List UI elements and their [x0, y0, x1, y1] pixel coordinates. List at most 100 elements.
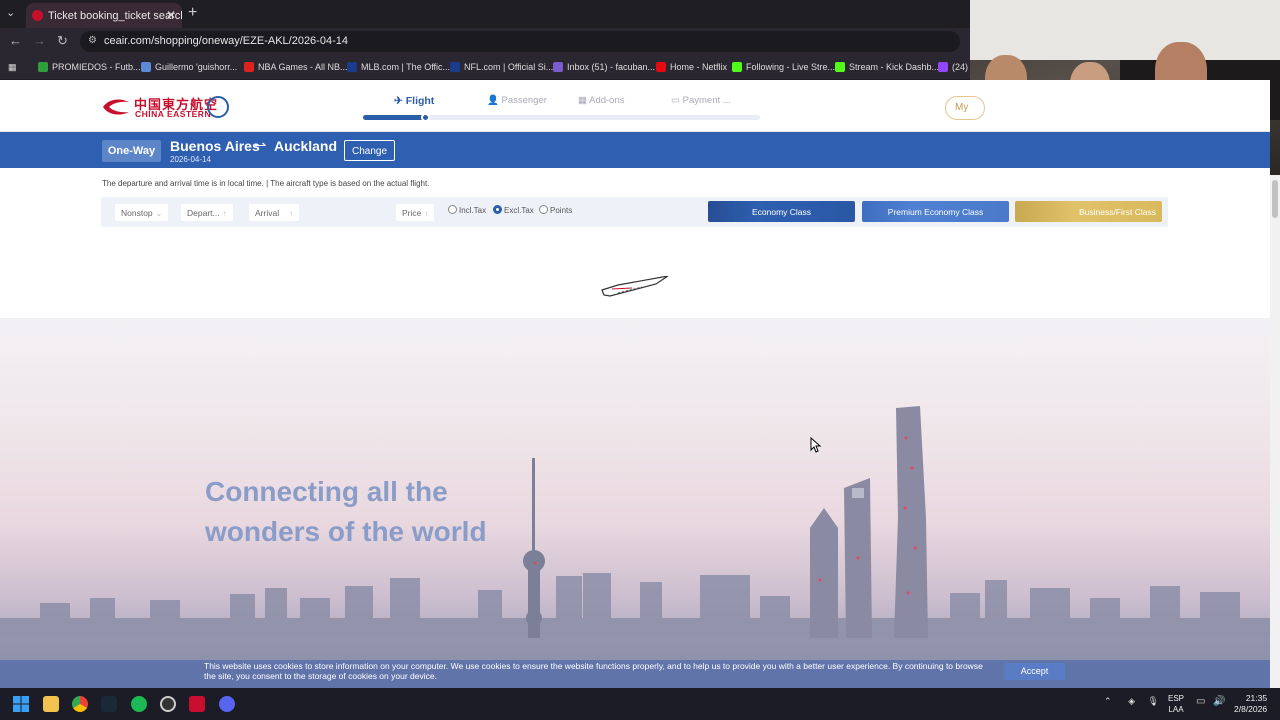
- windows-start-icon[interactable]: [13, 696, 29, 712]
- bookmark-item[interactable]: Inbox (51) - facuban...: [553, 62, 655, 72]
- bookmark-favicon-icon: [938, 62, 948, 72]
- route-arrow-icon: ⇀: [254, 137, 267, 154]
- premium-economy-class-tab[interactable]: Premium Economy Class: [862, 201, 1009, 222]
- web-page: 中国東方航空 CHINA EASTERN ✈ Flight 👤 Passenge…: [0, 80, 1270, 688]
- webcam-wall: [970, 0, 1280, 60]
- url-text: ceair.com/shopping/oneway/EZE-AKL/2026-0…: [104, 35, 348, 47]
- destination-city: Auckland: [274, 138, 338, 154]
- plane-icon: ✈: [394, 95, 403, 107]
- file-explorer-icon[interactable]: [43, 696, 59, 712]
- discord-icon[interactable]: [219, 696, 235, 712]
- departure-sort[interactable]: Depart... ↑: [181, 204, 233, 221]
- chrome-icon[interactable]: [72, 696, 88, 712]
- page-scrollbar[interactable]: [1270, 175, 1280, 688]
- skyteam-logo-icon: [207, 96, 229, 118]
- loading-hero-image: [0, 318, 1270, 688]
- hero-headline-line-2: wonders of the world: [205, 516, 487, 547]
- incl-tax-radio[interactable]: Incl.Tax: [448, 205, 486, 215]
- bookmark-item[interactable]: MLB.com | The Offic...: [347, 62, 450, 72]
- bookmark-item[interactable]: (24): [938, 62, 968, 72]
- trip-type-badge: One-Way: [102, 140, 161, 162]
- time-notice: The departure and arrival time is in loc…: [102, 179, 430, 188]
- bookmark-favicon-icon: [450, 62, 460, 72]
- step-add-ons: ▦ Add-ons: [578, 95, 625, 106]
- step-payment: ▭ Payment ...: [671, 95, 731, 106]
- origin-city: Buenos Aires: [170, 138, 260, 154]
- scrollbar-thumb[interactable]: [1272, 180, 1278, 218]
- display-icon[interactable]: ▭: [1196, 696, 1205, 707]
- bookmark-favicon-icon: [244, 62, 254, 72]
- my-account-button[interactable]: My: [945, 96, 985, 120]
- bookmark-item[interactable]: Stream - Kick Dashb...: [835, 62, 939, 72]
- bookmark-favicon-icon: [347, 62, 357, 72]
- bookmark-item[interactable]: Guillermo 'guishorr...: [141, 62, 237, 72]
- step-flight: ✈ Flight: [394, 95, 435, 107]
- booking-progress-fill: [363, 115, 425, 120]
- logo-english-text: CHINA EASTERN: [135, 109, 212, 119]
- excl-tax-radio[interactable]: Excl.Tax: [493, 205, 534, 215]
- cookie-text: This website uses cookies to store infor…: [204, 661, 983, 681]
- spotify-icon[interactable]: [131, 696, 147, 712]
- bookmark-favicon-icon: [656, 62, 666, 72]
- economy-class-tab[interactable]: Economy Class: [708, 201, 855, 222]
- browser-tab[interactable]: Ticket booking_ticket search_ti ✕: [26, 3, 182, 28]
- card-icon: ▭: [671, 95, 680, 106]
- system-clock[interactable]: 21:35 2/8/2026: [1234, 693, 1267, 715]
- chevron-down-icon: ⌄: [155, 209, 163, 218]
- bookmark-favicon-icon: [835, 62, 845, 72]
- app-icon[interactable]: [160, 696, 176, 712]
- sort-arrow-icon: ↑: [222, 209, 227, 218]
- accept-cookies-button[interactable]: Accept: [1004, 663, 1065, 680]
- hero-headline-line-1: Connecting all the: [205, 476, 448, 507]
- bookmark-item[interactable]: NFL.com | Official Si...: [450, 62, 553, 72]
- loading-plane-icon: [601, 276, 669, 297]
- china-eastern-logo-icon[interactable]: [101, 96, 131, 118]
- address-bar[interactable]: ⚙ ceair.com/shopping/oneway/EZE-AKL/2026…: [80, 31, 960, 52]
- site-info-icon[interactable]: ⚙: [88, 35, 97, 46]
- nonstop-filter[interactable]: Nonstop ⌄: [115, 204, 169, 221]
- step-passenger: 👤 Passenger: [487, 95, 547, 106]
- hero-headline: Connecting all the wonders of the world: [205, 472, 487, 552]
- microphone-icon[interactable]: 🎙: [1148, 696, 1159, 706]
- bookmark-item[interactable]: PROMIEDOS - Futb...: [38, 62, 141, 72]
- radio-circle-icon: [448, 205, 457, 214]
- tab-list-chevron-icon[interactable]: ⌄: [6, 6, 15, 19]
- system-tray: ⌃ ◈ 🎙: [1104, 696, 1159, 707]
- volume-icon[interactable]: 🔊: [1213, 696, 1225, 707]
- new-tab-button[interactable]: +: [188, 4, 197, 22]
- network-icon[interactable]: ◈: [1128, 696, 1135, 706]
- grid-icon: ▦: [578, 95, 587, 106]
- travel-date: 2026-04-14: [170, 155, 211, 164]
- city-skyline-illustration: [0, 406, 1270, 688]
- reload-icon[interactable]: ↻: [57, 33, 68, 49]
- bookmark-favicon-icon: [141, 62, 151, 72]
- sort-arrow-icon: ↑: [289, 209, 294, 218]
- bookmark-favicon-icon: [732, 62, 742, 72]
- booking-progress-dot: [421, 113, 430, 122]
- arrival-sort[interactable]: Arrival ↑: [249, 204, 300, 221]
- tab-title: Ticket booking_ticket search_ti: [48, 10, 182, 22]
- points-radio[interactable]: Points: [539, 205, 572, 215]
- bookmark-favicon-icon: [38, 62, 48, 72]
- bookmark-item[interactable]: Home - Netflix: [656, 62, 727, 72]
- apps-grid-icon[interactable]: ▦: [8, 62, 17, 73]
- close-tab-icon[interactable]: ✕: [166, 8, 176, 22]
- steam-icon[interactable]: [101, 696, 117, 712]
- bookmarks-bar: ▦ PROMIEDOS - Futb... Guillermo 'guishor…: [0, 54, 970, 79]
- radio-selected-icon: [493, 205, 502, 214]
- chevron-up-icon[interactable]: ⌃: [1104, 696, 1112, 706]
- china-eastern-favicon-icon: [32, 10, 43, 21]
- bookmark-favicon-icon: [553, 62, 563, 72]
- bookmark-item[interactable]: NBA Games - All NB...: [244, 62, 348, 72]
- business-first-class-tab[interactable]: Business/First Class: [1015, 201, 1162, 222]
- price-sort[interactable]: Price ↑: [396, 204, 435, 221]
- sort-arrow-icon: ↑: [424, 209, 429, 218]
- forward-icon[interactable]: →: [33, 33, 46, 48]
- change-search-button[interactable]: Change: [344, 140, 395, 161]
- input-language[interactable]: ESP LAA: [1168, 693, 1184, 715]
- recording-app-icon[interactable]: [189, 696, 205, 712]
- radio-circle-icon: [539, 205, 548, 214]
- mouse-cursor-icon: [810, 437, 822, 453]
- bookmark-item[interactable]: Following - Live Stre...: [732, 62, 835, 72]
- back-icon[interactable]: ←: [9, 33, 22, 48]
